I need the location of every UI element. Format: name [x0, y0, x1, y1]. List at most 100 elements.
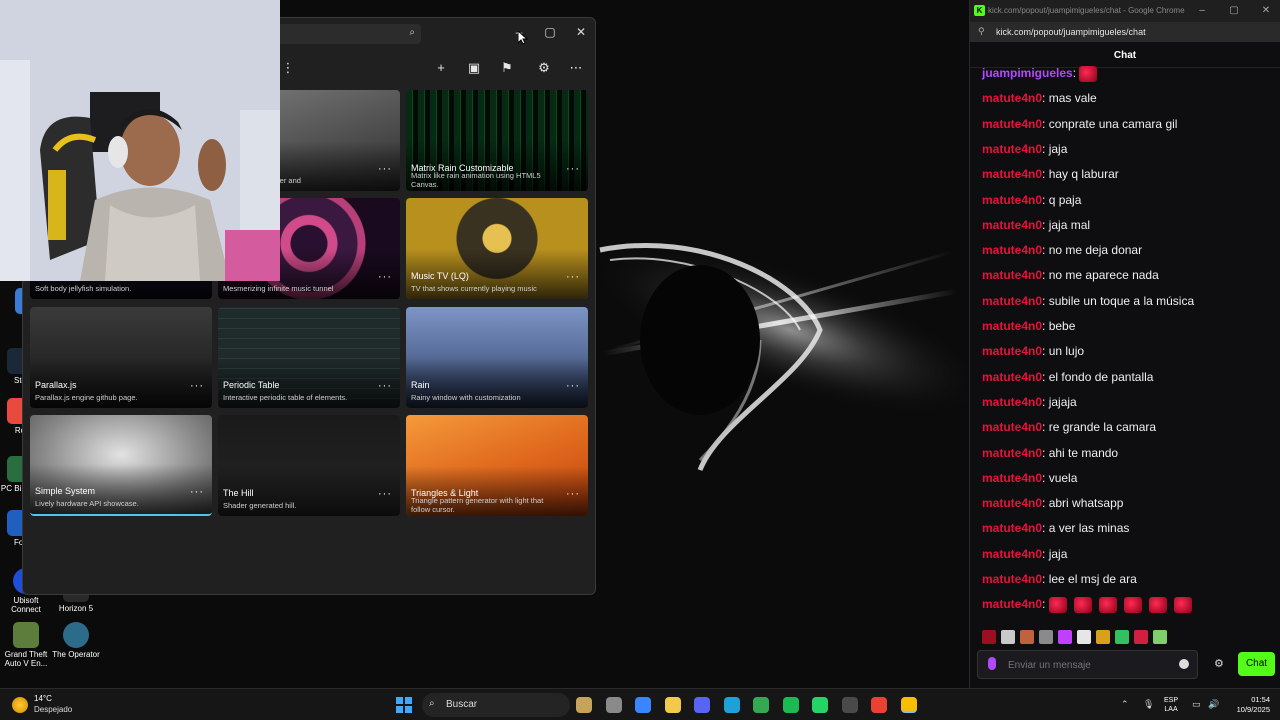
show-hidden-icons-chevron-icon[interactable]: ⌃ [1121, 699, 1129, 710]
chat-message[interactable]: matute4n0: bebe [982, 319, 1075, 333]
desktop-icon-gta-v[interactable]: Grand Theft Auto V En... [0, 622, 52, 668]
chat-message[interactable]: matute4n0: q paja [982, 193, 1081, 207]
plus-icon[interactable]: + [430, 58, 452, 78]
library-search-box[interactable]: ⌕ [273, 24, 421, 44]
wallpaper-tile[interactable]: Triangles & Light Triangle pattern gener… [406, 415, 588, 516]
tile-more-icon[interactable]: ··· [566, 271, 580, 283]
folder-icon[interactable] [665, 697, 681, 713]
chat-message[interactable]: matute4n0: [982, 597, 1199, 613]
chat-username[interactable]: matute4n0 [982, 521, 1042, 535]
microphone-icon[interactable]: 🎙 [1143, 699, 1154, 710]
maximize-button[interactable]: ▢ [535, 22, 565, 42]
chat-message[interactable]: matute4n0: no me aparece nada [982, 268, 1159, 282]
microphone-icon[interactable] [988, 657, 996, 670]
chat-username[interactable]: matute4n0 [982, 395, 1042, 409]
chat-message[interactable]: juampimigueles: [982, 66, 1104, 82]
volume-icon[interactable]: 🔊 [1208, 699, 1219, 710]
chat-username[interactable]: matute4n0 [982, 193, 1042, 207]
tile-more-icon[interactable]: ··· [566, 488, 580, 500]
emote-picker-icon[interactable] [1077, 629, 1091, 644]
chat-username[interactable]: matute4n0 [982, 547, 1042, 561]
chat-message[interactable]: matute4n0: el fondo de pantalla [982, 370, 1153, 384]
emote-picker-icon[interactable] [982, 629, 996, 644]
close-button[interactable]: ✕ [566, 22, 595, 42]
chat-username[interactable]: matute4n0 [982, 91, 1042, 105]
tile-more-icon[interactable]: ··· [378, 380, 392, 392]
chat-username[interactable]: matute4n0 [982, 142, 1042, 156]
chrome-titlebar[interactable]: K kick.com/popout/juampimigueles/chat - … [970, 0, 1280, 22]
address-bar[interactable]: ⚲ kick.com/popout/juampimigueles/chat [970, 22, 1280, 42]
taskbar-clock[interactable]: 01:54 10/9/2025 [1228, 695, 1270, 715]
gear-icon[interactable]: ⚙ [533, 58, 555, 78]
chat-username[interactable]: matute4n0 [982, 370, 1042, 384]
emote-picker-icon[interactable] [1134, 629, 1148, 644]
task-view-icon[interactable] [606, 697, 622, 713]
emoji-icon[interactable] [1179, 659, 1189, 669]
chat-username[interactable]: matute4n0 [982, 572, 1042, 586]
chat-message[interactable]: matute4n0: un lujo [982, 344, 1084, 358]
chat-message[interactable]: matute4n0: conprate una camara gil [982, 117, 1177, 131]
chat-username[interactable]: matute4n0 [982, 268, 1042, 282]
chat-username[interactable]: matute4n0 [982, 446, 1042, 460]
chat-username[interactable]: matute4n0 [982, 218, 1042, 232]
chat-username[interactable]: matute4n0 [982, 344, 1042, 358]
maximize-button[interactable]: ▢ [1221, 3, 1247, 19]
chat-message[interactable]: matute4n0: mas vale [982, 91, 1097, 105]
tile-more-icon[interactable]: ··· [566, 380, 580, 392]
flag-icon[interactable]: ⚑ [496, 58, 518, 78]
wallpaper-tile-selected[interactable]: Simple System Lively hardware API showca… [30, 415, 212, 516]
emote-picker-icon[interactable] [1058, 629, 1072, 644]
tile-more-icon[interactable]: ··· [566, 163, 580, 175]
chat-message[interactable]: matute4n0: vuela [982, 471, 1077, 485]
monitor-icon[interactable]: ▣ [463, 58, 485, 78]
taskbar-search[interactable]: ⌕ Buscar [422, 693, 570, 717]
emote-picker-icon[interactable] [1020, 629, 1034, 644]
chat-message[interactable]: matute4n0: jaja [982, 547, 1067, 561]
chat-message[interactable]: matute4n0: hay q laburar [982, 167, 1119, 181]
wallpaper-tile[interactable]: Matrix Rain Customizable Matrix like rai… [406, 90, 588, 191]
chrome-alt-icon[interactable] [871, 697, 887, 713]
wallpaper-tile[interactable]: Rain Rainy window with customization ··· [406, 307, 588, 408]
chat-message[interactable]: matute4n0: re grande la camara [982, 420, 1156, 434]
emote-picker-icon[interactable] [1096, 629, 1110, 644]
chat-message[interactable]: matute4n0: lee el msj de ara [982, 572, 1137, 586]
chat-username[interactable]: matute4n0 [982, 117, 1042, 131]
wallpaper-tile[interactable]: Music TV (LQ) TV that shows currently pl… [406, 198, 588, 299]
chat-message[interactable]: matute4n0: jaja mal [982, 218, 1090, 232]
chat-message[interactable]: matute4n0: jaja [982, 142, 1067, 156]
chat-message[interactable]: matute4n0: jajaja [982, 395, 1077, 409]
chat-message[interactable]: matute4n0: subile un toque a la música [982, 294, 1194, 308]
chat-composer[interactable] [977, 650, 1198, 679]
chat-username[interactable]: matute4n0 [982, 294, 1042, 308]
chat-settings-gear-icon[interactable]: ⚙ [1214, 657, 1224, 670]
wallpaper-tile[interactable]: Parallax.js Parallax.js engine github pa… [30, 307, 212, 408]
weather-icon[interactable] [12, 697, 28, 713]
edge-icon[interactable] [724, 697, 740, 713]
input-language[interactable]: ESP LAA [1164, 696, 1178, 714]
emote-picker-icon[interactable] [1039, 629, 1053, 644]
whatsapp-icon[interactable] [812, 697, 828, 713]
start-button[interactable] [396, 697, 412, 713]
tile-more-icon[interactable]: ··· [190, 486, 204, 498]
emote-picker-icon[interactable] [1001, 629, 1015, 644]
chat-message-input[interactable] [1008, 657, 1168, 673]
emote-picker-icon[interactable] [1115, 629, 1129, 644]
wallpaper-tile[interactable]: The Hill Shader generated hill. ··· [218, 415, 400, 516]
discord-icon[interactable] [694, 697, 710, 713]
more-icon[interactable]: ⋯ [565, 58, 587, 78]
close-button[interactable]: ✕ [1253, 3, 1279, 19]
menu-more-icon[interactable]: ⋮ [277, 58, 299, 78]
chat-username[interactable]: matute4n0 [982, 319, 1042, 333]
chrome-active-icon[interactable] [901, 697, 917, 713]
store-icon[interactable] [635, 697, 651, 713]
wallpaper-tile[interactable]: Periodic Table Interactive periodic tabl… [218, 307, 400, 408]
desktop-icon-the-operator[interactable]: The Operator [50, 622, 102, 659]
chat-username[interactable]: matute4n0 [982, 243, 1042, 257]
tile-more-icon[interactable]: ··· [190, 380, 204, 392]
tile-more-icon[interactable]: ··· [378, 271, 392, 283]
spotify-icon[interactable] [783, 697, 799, 713]
chat-message[interactable]: matute4n0: abri whatsapp [982, 496, 1123, 510]
chat-username[interactable]: matute4n0 [982, 496, 1042, 510]
chat-message[interactable]: matute4n0: no me deja donar [982, 243, 1142, 257]
chat-message[interactable]: matute4n0: a ver las minas [982, 521, 1129, 535]
